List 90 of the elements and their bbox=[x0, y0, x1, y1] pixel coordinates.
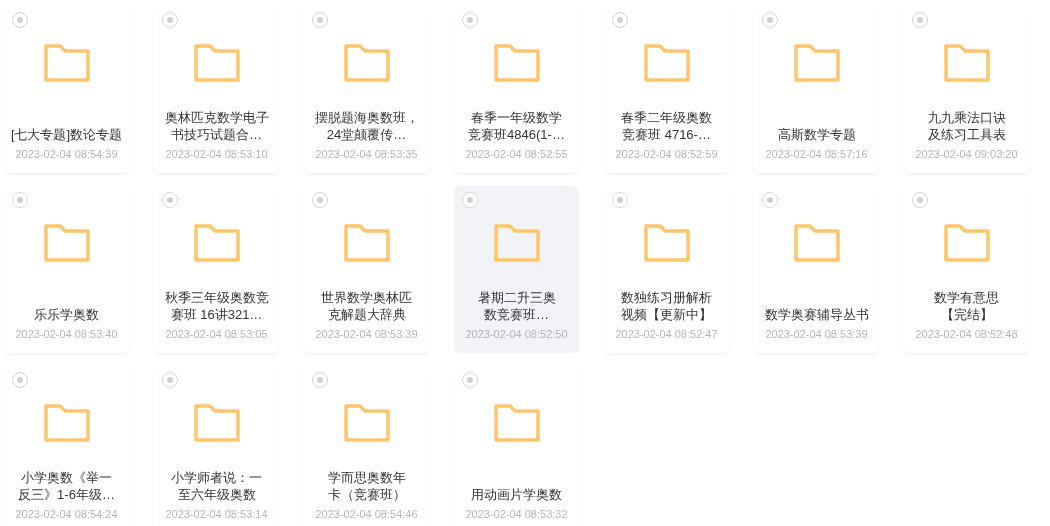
folder-icon bbox=[943, 224, 990, 262]
folder-icon bbox=[43, 404, 90, 442]
select-radio[interactable] bbox=[162, 192, 178, 208]
folder-date: 2023-02-04 08:52:48 bbox=[915, 327, 1018, 341]
folder-icon bbox=[493, 404, 540, 442]
folder-date: 2023-02-04 08:52:47 bbox=[615, 327, 718, 341]
select-radio[interactable] bbox=[912, 12, 928, 28]
select-radio[interactable] bbox=[612, 192, 628, 208]
folder-date: 2023-02-04 08:54:39 bbox=[15, 147, 118, 161]
select-radio[interactable] bbox=[912, 192, 928, 208]
folder-card[interactable]: 数学奥赛辅导丛书 2023-02-04 08:53:39 bbox=[754, 186, 879, 353]
folder-card[interactable]: 乐乐学奥数 2023-02-04 08:53:40 bbox=[4, 186, 129, 353]
folder-name: [七大专题]数论专题 bbox=[10, 126, 123, 143]
folder-card[interactable]: 高斯数学专题 2023-02-04 08:57:16 bbox=[754, 6, 879, 173]
folder-icon bbox=[193, 224, 240, 262]
folder-card[interactable]: 数学有意思【完结】 2023-02-04 08:52:48 bbox=[904, 186, 1029, 353]
folder-card[interactable]: 世界数学奥林匹克解题大辞典 2023-02-04 08:53:39 bbox=[304, 186, 429, 353]
select-radio[interactable] bbox=[162, 12, 178, 28]
folder-date: 2023-02-04 08:53:39 bbox=[315, 327, 418, 341]
folder-card[interactable]: 奥林匹克数学电子书技巧试题合… 2023-02-04 08:53:10 bbox=[154, 6, 279, 173]
select-radio[interactable] bbox=[462, 372, 478, 388]
folder-date: 2023-02-04 08:53:14 bbox=[165, 507, 268, 521]
folder-card[interactable]: 小学奥数《举一反三》1-6年级… 2023-02-04 08:54:24 bbox=[4, 366, 129, 526]
folder-date: 2023-02-04 08:54:24 bbox=[15, 507, 118, 521]
folder-name: 数学有意思【完结】 bbox=[933, 289, 1000, 323]
folder-icon bbox=[343, 224, 390, 262]
select-radio[interactable] bbox=[762, 192, 778, 208]
folder-name: 用动画片学奥数 bbox=[471, 486, 562, 503]
folder-card[interactable]: 春季二年级奥数竞赛班 4716-… 2023-02-04 08:52:59 bbox=[604, 6, 729, 173]
select-radio[interactable] bbox=[312, 12, 328, 28]
folder-card[interactable]: 春季一年级数学竞赛班4846(1-… 2023-02-04 08:52:55 bbox=[454, 6, 579, 173]
folder-icon bbox=[793, 44, 840, 82]
select-radio[interactable] bbox=[462, 192, 478, 208]
folder-name: 暑期二升三奥数竞赛班… bbox=[476, 289, 557, 323]
folder-name: 摆脱题海奥数班，24堂颠覆传… bbox=[313, 109, 420, 143]
select-radio[interactable] bbox=[162, 372, 178, 388]
folder-icon bbox=[493, 224, 540, 262]
folder-icon bbox=[343, 404, 390, 442]
folder-icon bbox=[493, 44, 540, 82]
folder-name: 春季一年级数学竞赛班4846(1-… bbox=[467, 109, 566, 143]
folder-name: 学而思奥数年卡（竞赛班） bbox=[326, 469, 407, 503]
select-radio[interactable] bbox=[12, 12, 28, 28]
folder-name: 小学师者说：一至六年级奥数 bbox=[170, 469, 263, 503]
select-radio[interactable] bbox=[762, 12, 778, 28]
folder-date: 2023-02-04 08:53:39 bbox=[765, 327, 868, 341]
folder-name: 九九乘法口诀及练习工具表 bbox=[926, 109, 1007, 143]
folder-card[interactable]: [七大专题]数论专题 2023-02-04 08:54:39 bbox=[4, 6, 129, 173]
folder-name: 高斯数学专题 bbox=[777, 126, 856, 143]
folder-name: 数独练习册解析视频【更新中】 bbox=[620, 289, 713, 323]
folder-date: 2023-02-04 08:53:40 bbox=[15, 327, 118, 341]
folder-icon bbox=[643, 44, 690, 82]
folder-date: 2023-02-04 08:53:32 bbox=[465, 507, 568, 521]
select-radio[interactable] bbox=[312, 192, 328, 208]
folder-icon bbox=[193, 404, 240, 442]
folder-name: 世界数学奥林匹克解题大辞典 bbox=[320, 289, 413, 323]
select-radio[interactable] bbox=[462, 12, 478, 28]
folder-icon bbox=[193, 44, 240, 82]
folder-card[interactable]: 秋季三年级奥数竞赛班 16讲321… 2023-02-04 08:53:05 bbox=[154, 186, 279, 353]
folder-card[interactable]: 数独练习册解析视频【更新中】 2023-02-04 08:52:47 bbox=[604, 186, 729, 353]
folder-card[interactable]: 学而思奥数年卡（竞赛班） 2023-02-04 08:54:46 bbox=[304, 366, 429, 526]
folder-card[interactable]: 九九乘法口诀及练习工具表 2023-02-04 09:03:20 bbox=[904, 6, 1029, 173]
folder-date: 2023-02-04 09:03:20 bbox=[915, 147, 1018, 161]
select-radio[interactable] bbox=[312, 372, 328, 388]
folder-date: 2023-02-04 08:57:16 bbox=[765, 147, 868, 161]
folder-date: 2023-02-04 08:53:35 bbox=[315, 147, 418, 161]
folder-date: 2023-02-04 08:53:05 bbox=[165, 327, 268, 341]
folder-icon bbox=[643, 224, 690, 262]
select-radio[interactable] bbox=[12, 372, 28, 388]
folder-date: 2023-02-04 08:54:46 bbox=[315, 507, 418, 521]
folder-card[interactable]: 摆脱题海奥数班，24堂颠覆传… 2023-02-04 08:53:35 bbox=[304, 6, 429, 173]
select-radio[interactable] bbox=[12, 192, 28, 208]
folder-card[interactable]: 暑期二升三奥数竞赛班… 2023-02-04 08:52:50 bbox=[454, 186, 579, 353]
folder-name: 春季二年级奥数竞赛班 4716-… bbox=[620, 109, 713, 143]
folder-name: 数学奥赛辅导丛书 bbox=[764, 306, 869, 323]
folder-date: 2023-02-04 08:52:55 bbox=[465, 147, 568, 161]
folder-date: 2023-02-04 08:53:10 bbox=[165, 147, 268, 161]
folder-icon bbox=[793, 224, 840, 262]
select-radio[interactable] bbox=[612, 12, 628, 28]
folder-name: 奥林匹克数学电子书技巧试题合… bbox=[163, 109, 270, 143]
folder-card[interactable]: 小学师者说：一至六年级奥数 2023-02-04 08:53:14 bbox=[154, 366, 279, 526]
folder-name: 小学奥数《举一反三》1-6年级… bbox=[17, 469, 116, 503]
folder-icon bbox=[43, 224, 90, 262]
folder-date: 2023-02-04 08:52:59 bbox=[615, 147, 718, 161]
folder-icon bbox=[43, 44, 90, 82]
folder-name: 乐乐学奥数 bbox=[34, 306, 99, 323]
folder-date: 2023-02-04 08:52:50 bbox=[465, 327, 568, 341]
folder-icon bbox=[343, 44, 390, 82]
folder-name: 秋季三年级奥数竞赛班 16讲321… bbox=[163, 289, 270, 323]
folder-icon bbox=[943, 44, 990, 82]
folder-card[interactable]: 用动画片学奥数 2023-02-04 08:53:32 bbox=[454, 366, 579, 526]
